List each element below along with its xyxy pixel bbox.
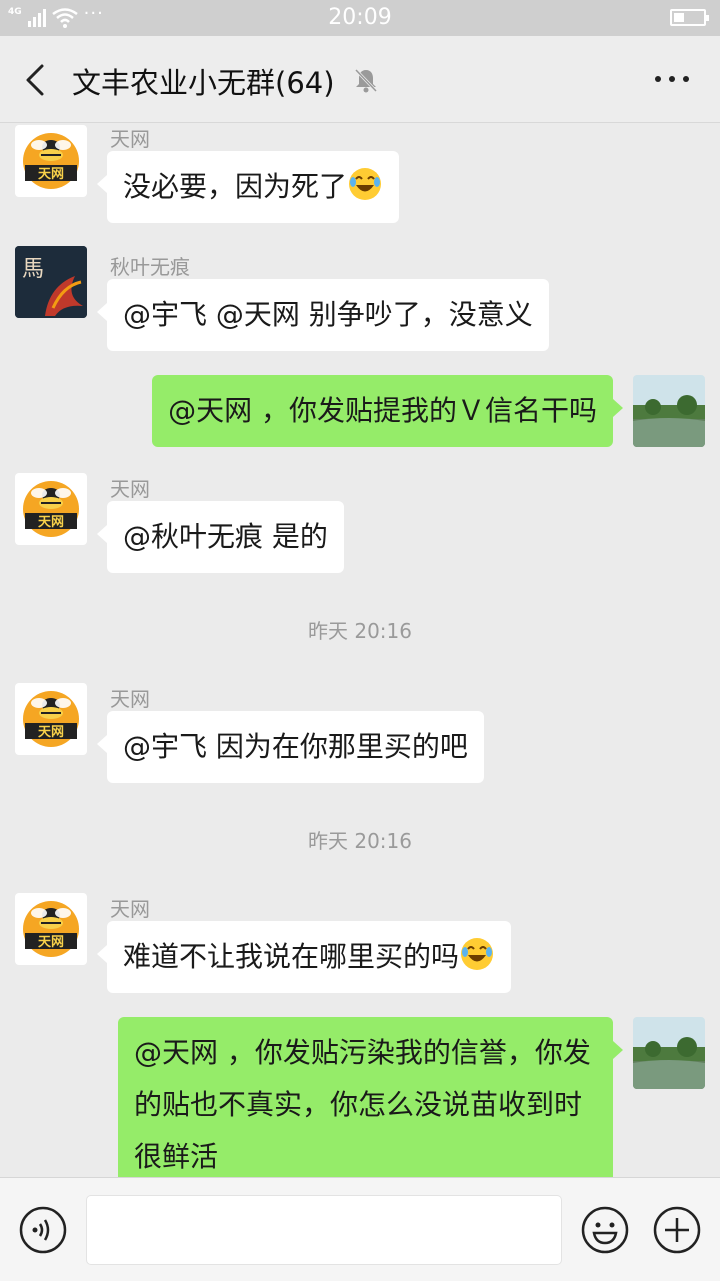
svg-text:天网: 天网 [38, 935, 64, 950]
svg-text:天网: 天网 [38, 515, 64, 530]
svg-text:天网: 天网 [38, 167, 64, 182]
avatar-qiuye[interactable]: 馬 [15, 246, 87, 318]
battery-icon [670, 9, 709, 26]
message-input[interactable] [86, 1195, 562, 1265]
message-bubble[interactable]: 没必要，因为死了 [96, 151, 400, 223]
timestamp: 昨天 20:16 [308, 619, 412, 643]
sender-name: 天网 [110, 897, 150, 921]
more-options-icon[interactable] [650, 64, 694, 94]
add-more-icon[interactable] [652, 1205, 702, 1255]
bee-logo-icon: 天网 [23, 901, 79, 957]
avatar-tianwang[interactable]: 天网 [15, 683, 87, 755]
chat-header: 文丰农业小无群(64) [0, 36, 720, 123]
horse-painting-icon: 馬 [15, 246, 87, 318]
message-list[interactable]: 天网 天网 没必要，因为死了 馬 秋叶无痕 @宇飞 @天网 别争吵了，没意义 @… [0, 123, 720, 1177]
mute-notifications-icon [354, 68, 378, 93]
message-bubble[interactable]: @宇飞 @天网 别争吵了，没意义 [97, 279, 549, 351]
message-text: @天网 ，你发贴提我的Ｖ信名干吗 [168, 394, 597, 427]
input-bar [0, 1177, 720, 1281]
laughing-crying-emoji-icon [349, 168, 382, 200]
battery-level [674, 13, 684, 22]
message-text: 难道不让我说在哪里买的吗 [123, 940, 460, 973]
clock: 20:09 [328, 5, 392, 30]
message-text: @秋叶无痕 是的 [123, 520, 328, 553]
emoji-icon[interactable] [580, 1205, 630, 1255]
bee-logo-icon: 天网 [23, 481, 79, 537]
landscape-photo-icon [633, 375, 705, 447]
bee-logo-icon: 天网 [23, 133, 79, 189]
laughing-crying-emoji-icon [461, 938, 494, 970]
status-bar: 4G ··· 20:09 [0, 0, 720, 36]
svg-text:馬: 馬 [22, 257, 44, 282]
timestamp: 昨天 20:16 [308, 829, 412, 853]
message-bubble[interactable]: @宇飞 因为在你那里买的吧 [97, 711, 484, 783]
sender-name: 天网 [110, 477, 150, 501]
message-bubble[interactable]: @天网 ，你发贴污染我的信誉，你发的贴也不真实，你怎么没说苗收到时很鲜活 [118, 1017, 623, 1177]
svg-text:天网: 天网 [38, 725, 64, 740]
message-text: @宇飞 @天网 别争吵了，没意义 [123, 298, 533, 331]
message-bubble[interactable]: 难道不让我说在哪里买的吗 [96, 921, 512, 993]
sender-name: 天网 [110, 127, 150, 151]
message-bubble[interactable]: @秋叶无痕 是的 [97, 501, 344, 573]
landscape-photo-icon [633, 1017, 705, 1089]
sender-name: 秋叶无痕 [110, 255, 190, 279]
sender-name: 天网 [110, 687, 150, 711]
voice-input-icon[interactable] [18, 1205, 68, 1255]
message-text: @天网 ，你发贴污染我的信誉，你发的贴也不真实，你怎么没说苗收到时很鲜活 [134, 1036, 591, 1173]
avatar-tianwang[interactable]: 天网 [15, 893, 87, 965]
message-text: @宇飞 因为在你那里买的吧 [123, 730, 468, 763]
back-arrow-icon[interactable] [16, 58, 56, 102]
bee-logo-icon: 天网 [23, 691, 79, 747]
chat-title: 文丰农业小无群(64) [72, 66, 335, 100]
avatar-tianwang[interactable]: 天网 [15, 125, 87, 197]
avatar-tianwang[interactable]: 天网 [15, 473, 87, 545]
avatar-self[interactable] [633, 375, 705, 447]
avatar-self[interactable] [633, 1017, 705, 1089]
message-bubble[interactable]: @天网 ，你发贴提我的Ｖ信名干吗 [152, 375, 623, 447]
message-text: 没必要，因为死了 [123, 170, 348, 203]
